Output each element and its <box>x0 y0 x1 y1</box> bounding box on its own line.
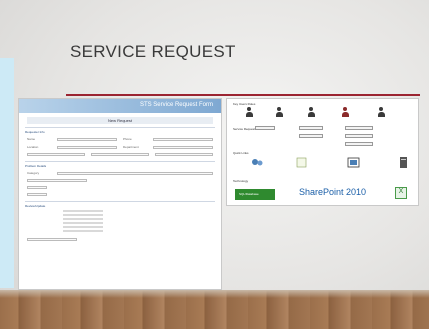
document-icon[interactable] <box>295 157 308 168</box>
field-label: Department <box>123 145 139 149</box>
checkbox-option[interactable] <box>27 193 47 196</box>
form-row: Location Department <box>19 143 221 151</box>
extra-field[interactable] <box>155 153 213 156</box>
list-item <box>63 218 103 220</box>
accent-sidebar <box>0 58 14 288</box>
page-title: SERVICE REQUEST <box>70 42 236 61</box>
field-label: Location <box>27 145 39 149</box>
title-divider <box>66 94 420 96</box>
server-icon[interactable] <box>397 157 410 168</box>
gears-icon[interactable] <box>251 157 264 168</box>
quick-links-label: Quick Links <box>233 151 249 155</box>
form-row <box>19 177 221 184</box>
roles-label: Key Users Roles <box>233 102 256 106</box>
technology-label: Technology <box>233 179 249 183</box>
sharepoint-logo: SharePoint 2010 <box>299 187 367 197</box>
field-label: Category <box>27 171 40 175</box>
dashboard-panel: Key Users Roles Service Requests Quick L… <box>226 98 419 206</box>
list-item <box>63 230 103 232</box>
name-field[interactable] <box>57 137 117 141</box>
wood-floor <box>0 290 429 329</box>
form-section-requester: Requester Info <box>25 127 215 134</box>
extra-field[interactable] <box>91 153 149 156</box>
checkbox-option[interactable] <box>27 186 47 189</box>
form-row <box>19 151 221 158</box>
requests-label: Service Requests <box>233 127 257 131</box>
requests-button[interactable] <box>255 126 275 130</box>
phone-field[interactable] <box>153 137 213 141</box>
form-section-review: Review/Update <box>25 201 215 208</box>
list-item <box>63 210 103 212</box>
user-icon[interactable] <box>377 107 385 117</box>
requests-button[interactable] <box>299 126 323 130</box>
department-field[interactable] <box>153 145 213 149</box>
excel-logo: X <box>395 187 407 199</box>
user-icon[interactable] <box>341 107 349 117</box>
calendar-icon[interactable] <box>347 157 360 168</box>
form-row <box>19 191 221 198</box>
field-label: Phone <box>123 137 132 141</box>
extra-field[interactable] <box>27 153 85 156</box>
user-icon[interactable] <box>307 107 315 117</box>
form-section-problem: Problem Details <box>25 161 215 168</box>
form-row: Name Phone <box>19 135 221 143</box>
requests-button[interactable] <box>345 126 373 130</box>
requests-button[interactable] <box>345 142 373 146</box>
requests-button[interactable] <box>299 134 323 138</box>
requests-button[interactable] <box>345 134 373 138</box>
comments-field[interactable] <box>27 238 77 241</box>
form-header: STS Service Request Form <box>19 99 221 113</box>
location-field[interactable] <box>57 145 117 149</box>
form-subheader: New Request <box>27 117 213 124</box>
form-row <box>19 236 221 243</box>
review-list <box>19 210 221 232</box>
category-select[interactable] <box>57 171 213 175</box>
sql-logo: SQL/Database <box>235 189 275 200</box>
description-field[interactable] <box>27 179 87 182</box>
list-item <box>63 226 103 228</box>
user-icon[interactable] <box>245 107 253 117</box>
form-row <box>19 184 221 191</box>
list-item <box>63 214 103 216</box>
list-item <box>63 222 103 224</box>
field-label: Name <box>27 137 36 141</box>
form-row: Category <box>19 169 221 177</box>
user-icon[interactable] <box>275 107 283 117</box>
service-request-form: STS Service Request Form New Request Req… <box>18 98 222 290</box>
